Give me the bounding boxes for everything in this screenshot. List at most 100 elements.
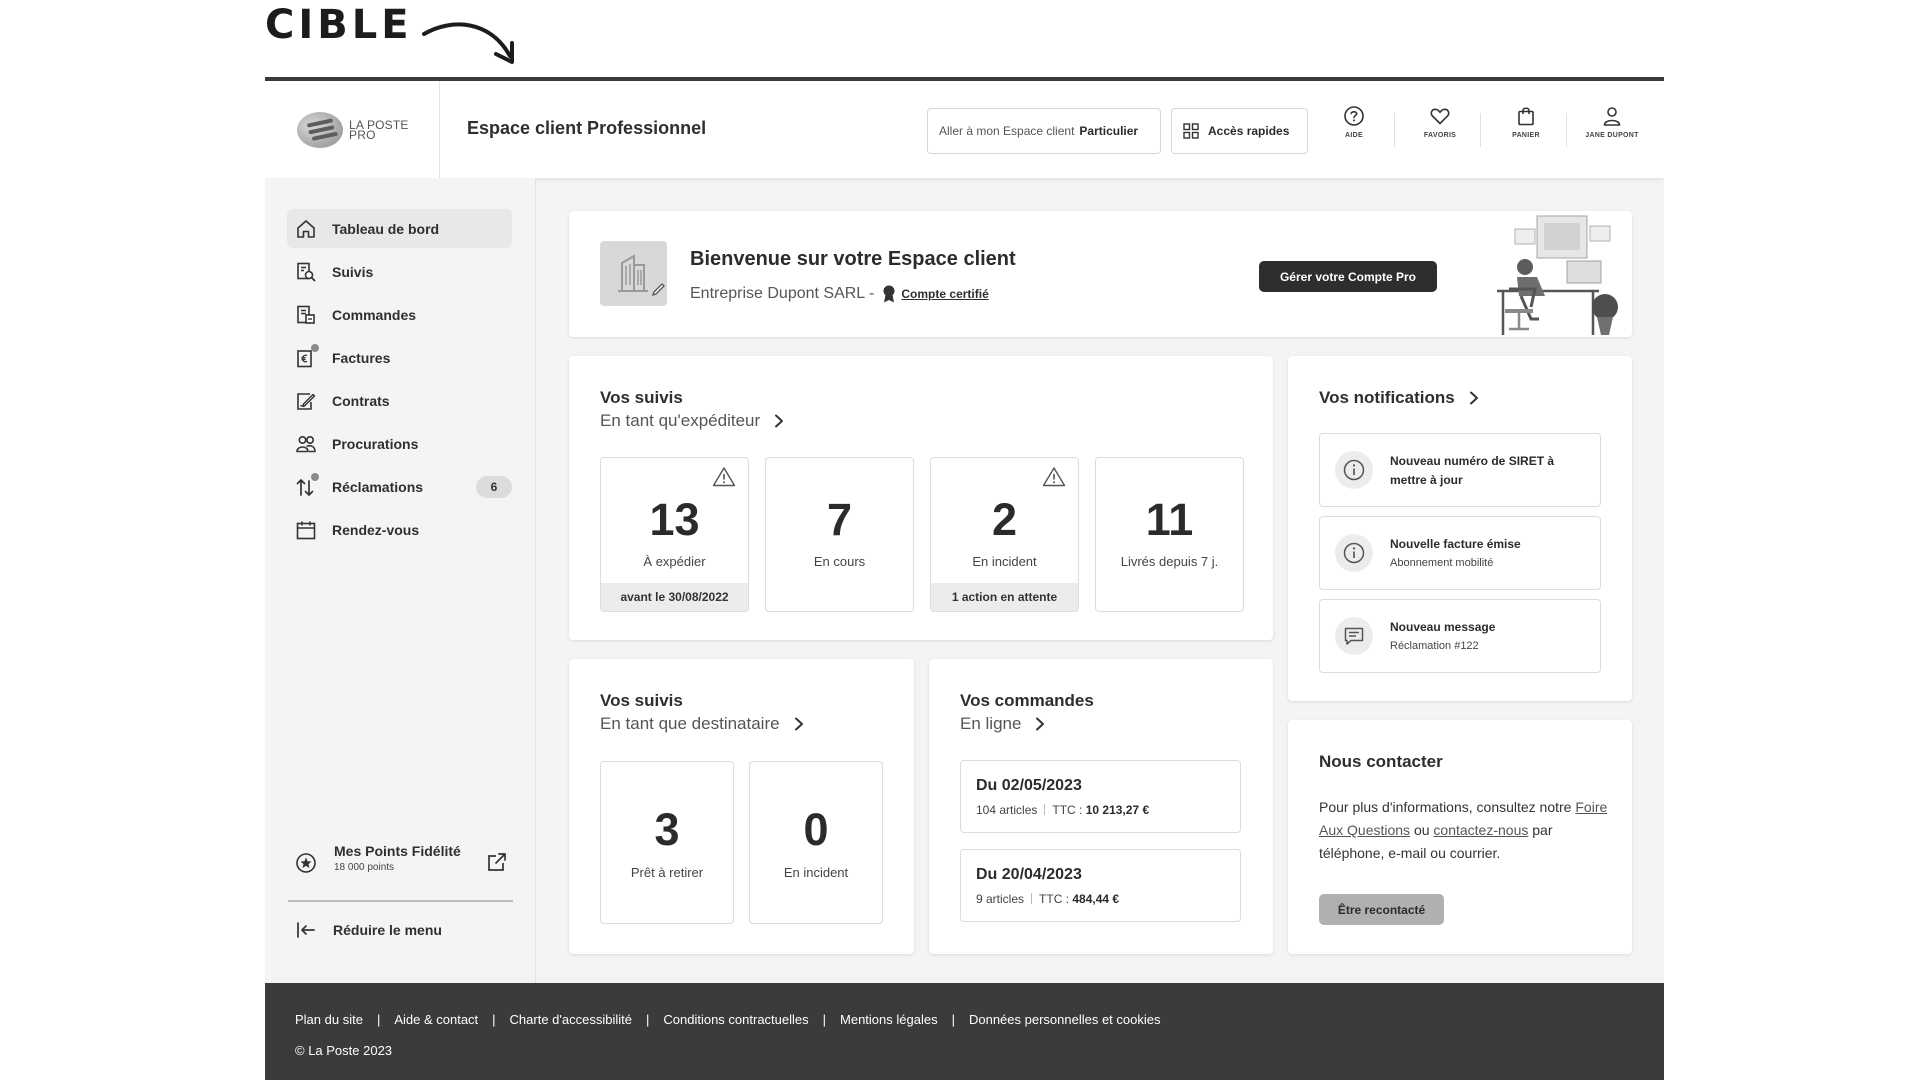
- sidebar: Tableau de bord Suivis Commandes Facture…: [265, 178, 536, 983]
- stat-value: 0: [803, 804, 829, 855]
- desk-illustration-icon: [1497, 215, 1618, 335]
- help-button[interactable]: AIDE: [1319, 105, 1389, 155]
- sidebar-item-label: Factures: [332, 349, 391, 366]
- stat-value: 3: [654, 804, 680, 855]
- footer-link[interactable]: Aide & contact: [394, 1012, 478, 1027]
- grid-icon: [1183, 123, 1199, 139]
- contact-link[interactable]: contactez-nous: [1433, 822, 1528, 838]
- footer: Plan du site | Aide & contact | Charte d…: [265, 983, 1664, 1080]
- warning-icon: [1042, 467, 1066, 487]
- notification-item[interactable]: Nouveau message Réclamation #122: [1319, 599, 1601, 673]
- shipments-sender-link[interactable]: En tant qu'expéditeur: [600, 411, 784, 431]
- orders-card: Vos commandes En ligne Du 02/05/2023 104…: [929, 659, 1273, 954]
- notification-dot: [311, 344, 319, 352]
- info-icon: [1343, 542, 1365, 564]
- count-badge: 6: [476, 476, 512, 498]
- sidebar-item-label: Procurations: [332, 435, 419, 452]
- switch-prefix: Aller à mon Espace client: [939, 124, 1075, 138]
- sidebar-item-suivis[interactable]: Suivis: [287, 252, 512, 291]
- tracking-icon: [297, 262, 316, 281]
- quick-access-button[interactable]: Accès rapides: [1171, 108, 1308, 154]
- sidebar-item-tableau-de-bord[interactable]: Tableau de bord: [287, 209, 512, 248]
- collapse-menu-button[interactable]: Réduire le menu: [295, 919, 442, 941]
- stat-en-incident[interactable]: 2 En incident 1 action en attente: [930, 457, 1079, 612]
- curved-arrow-icon: [422, 22, 514, 64]
- notifications-card: Vos notifications Nouveau numéro de SIRE…: [1288, 356, 1632, 701]
- shipments-sender-card: Vos suivis En tant qu'expéditeur 13 À ex…: [569, 356, 1273, 640]
- manage-account-button[interactable]: Gérer votre Compte Pro: [1259, 261, 1437, 292]
- people-icon: [296, 435, 316, 452]
- footer-link[interactable]: Données personnelles et cookies: [969, 1012, 1161, 1027]
- notification-item[interactable]: Nouvelle facture émise Abonnement mobili…: [1319, 516, 1601, 590]
- callback-button[interactable]: Être recontacté: [1319, 894, 1444, 925]
- footer-link[interactable]: Mentions légales: [840, 1012, 938, 1027]
- external-link-icon[interactable]: [486, 851, 508, 873]
- sidebar-item-rendez-vous[interactable]: Rendez-vous: [287, 510, 512, 549]
- page-title: Espace client Professionnel: [467, 118, 707, 138]
- orders-link[interactable]: En ligne: [960, 714, 1045, 734]
- shipments-recipient-link[interactable]: En tant que destinataire: [600, 714, 804, 734]
- cible-label: CIBLE: [265, 2, 413, 48]
- sidebar-item-label: Commandes: [332, 306, 417, 323]
- order-item[interactable]: Du 02/05/2023 104 articles TTC : 10 213,2…: [960, 760, 1241, 833]
- stat-value: 7: [826, 494, 853, 545]
- notifications-link[interactable]: Vos notifications: [1319, 388, 1479, 408]
- sidebar-item-label: Tableau de bord: [332, 220, 440, 237]
- contact-card: Nous contacter Pour plus d'informations,…: [1288, 720, 1632, 954]
- header: LA POSTE PRO Espace client Professionnel…: [265, 81, 1664, 178]
- certified-link[interactable]: Compte certifié: [901, 287, 988, 301]
- stat-dest-en-incident[interactable]: 0 En incident: [749, 761, 883, 924]
- notification-subtitle: Abonnement mobilité: [1390, 557, 1494, 569]
- sidebar-item-label: Réclamations: [332, 478, 424, 495]
- stat-label: En incident: [972, 554, 1037, 569]
- notification-title: Nouveau numéro de SIRET à mettre à jour: [1390, 454, 1555, 487]
- card-title: Vos commandes: [960, 691, 1094, 710]
- logo[interactable]: LA POSTE PRO: [265, 81, 440, 178]
- loyalty-points[interactable]: Mes Points Fidélité 18 000 points: [295, 843, 513, 883]
- stat-en-cours[interactable]: 7 En cours: [765, 457, 914, 612]
- stat-value: 2: [991, 494, 1018, 545]
- stat-footer: avant le 30/08/2022: [601, 583, 748, 611]
- sidebar-item-label: Contrats: [332, 392, 390, 409]
- stat-label: À expédier: [643, 554, 706, 569]
- order-item[interactable]: Du 20/04/2023 9 articles TTC : 484,44 €: [960, 849, 1241, 922]
- user-icon: [1603, 107, 1621, 126]
- notification-dot: [311, 473, 319, 481]
- notification-item[interactable]: Nouveau numéro de SIRET à mettre à jour: [1319, 433, 1601, 507]
- footer-link[interactable]: Conditions contractuelles: [663, 1012, 808, 1027]
- sidebar-item-factures[interactable]: Factures: [287, 338, 512, 377]
- account-button[interactable]: JANE DUPONT: [1577, 105, 1647, 155]
- la-poste-logo-icon: [297, 112, 343, 148]
- warning-icon: [712, 467, 736, 487]
- footer-link[interactable]: Charte d'accessibilité: [510, 1012, 632, 1027]
- footer-link[interactable]: Plan du site: [295, 1012, 363, 1027]
- switch-space-button[interactable]: Aller à mon Espace client Particulier: [927, 108, 1161, 154]
- sidebar-item-contrats[interactable]: Contrats: [287, 381, 512, 420]
- stat-value: 13: [649, 494, 700, 545]
- stat-a-expedier[interactable]: 13 À expédier avant le 30/08/2022: [600, 457, 749, 612]
- order-info: 9 articles TTC : 484,44 €: [976, 892, 1120, 906]
- stat-label: Livrés depuis 7 j.: [1120, 554, 1219, 569]
- certified-badge-icon: [883, 285, 895, 303]
- sidebar-item-reclamations[interactable]: Réclamations 6: [287, 467, 512, 506]
- stat-label: Prêt à retirer: [630, 865, 704, 880]
- stat-pret-a-retirer[interactable]: 3 Prêt à retirer: [600, 761, 734, 924]
- stat-livres[interactable]: 11 Livrés depuis 7 j.: [1095, 457, 1244, 612]
- help-label: AIDE: [1345, 132, 1363, 139]
- collapse-arrow-icon: [297, 922, 315, 938]
- card-title: Vos suivis: [600, 388, 683, 407]
- cart-button[interactable]: PANIER: [1491, 105, 1561, 155]
- shipments-recipient-card: Vos suivis En tant que destinataire 3 Pr…: [569, 659, 914, 954]
- info-icon: [1343, 459, 1365, 481]
- sidebar-item-commandes[interactable]: Commandes: [287, 295, 512, 334]
- copyright: © La Poste 2023: [295, 1043, 393, 1058]
- account-label: JANE DUPONT: [1585, 132, 1639, 139]
- contact-text: Pour plus d'informations, consultez notr…: [1319, 799, 1608, 861]
- stat-footer: 1 action en attente: [931, 583, 1078, 611]
- company-avatar[interactable]: [600, 241, 667, 306]
- app-frame: LA POSTE PRO Espace client Professionnel…: [265, 81, 1664, 1080]
- order-info: 104 articles TTC : 10 213,27 €: [976, 803, 1150, 817]
- favorites-button[interactable]: FAVORIS: [1405, 105, 1475, 155]
- sidebar-item-procurations[interactable]: Procurations: [287, 424, 512, 463]
- calendar-icon: [296, 521, 316, 539]
